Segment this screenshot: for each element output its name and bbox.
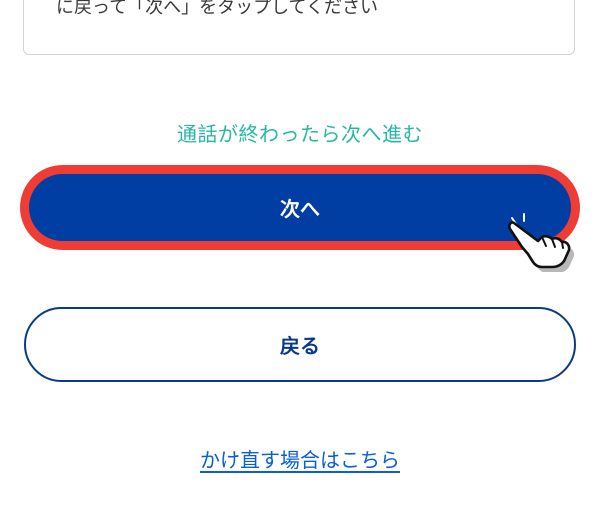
instruction-card: に戻って「次へ」をタップしてください	[23, 0, 575, 55]
call-finished-hint: 通話が終わったら次へ進む	[177, 122, 423, 146]
next-button[interactable]: 次へ	[29, 174, 571, 241]
back-button[interactable]: 戻る	[24, 307, 576, 382]
call-confirmation-screen: に戻って「次へ」をタップしてください 通話が終わったら次へ進む 次へ 戻る かけ…	[0, 0, 600, 531]
redial-link[interactable]: かけ直す場合はこちら	[0, 444, 600, 473]
tap-hand-icon	[508, 213, 575, 272]
instruction-text: に戻って「次へ」をタップしてください	[56, 0, 379, 18]
